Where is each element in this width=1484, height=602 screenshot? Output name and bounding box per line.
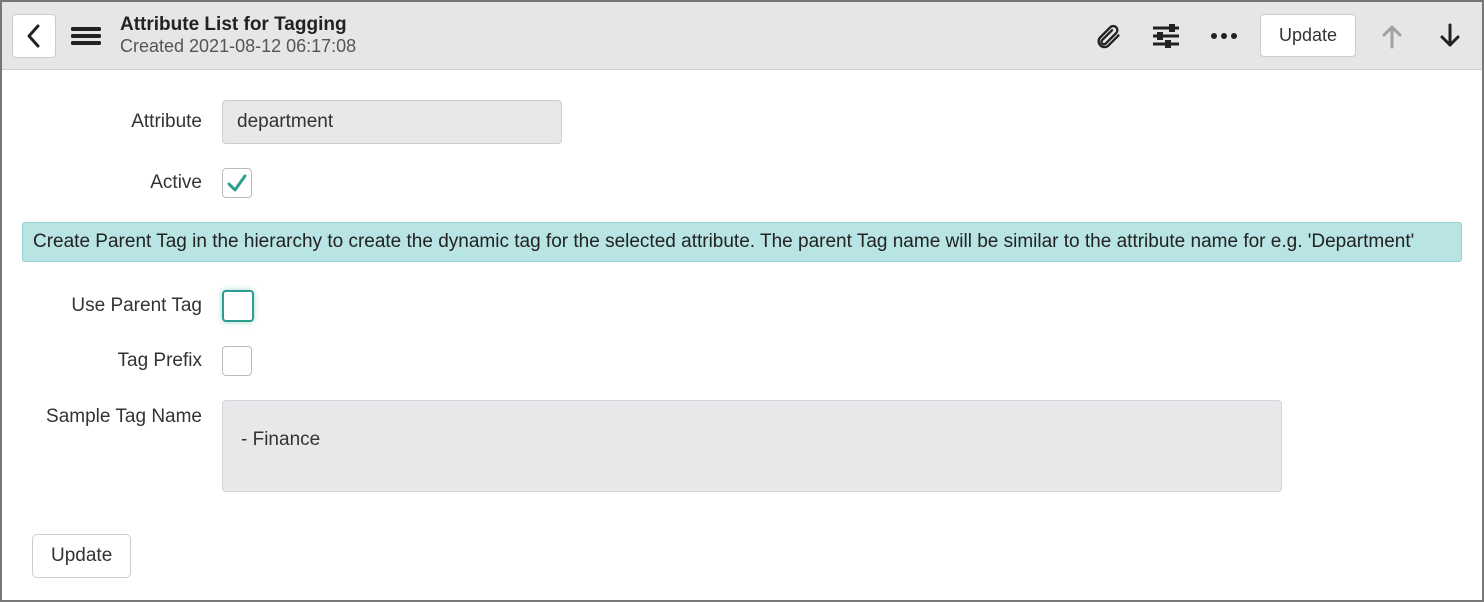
page-subtitle: Created 2021-08-12 06:17:08: [120, 36, 1078, 57]
row-active: Active: [22, 168, 1462, 198]
menu-button[interactable]: [64, 14, 108, 58]
label-tag-prefix: Tag Prefix: [22, 350, 222, 372]
label-use-parent-tag: Use Parent Tag: [22, 295, 222, 317]
attachments-button[interactable]: [1086, 14, 1130, 58]
arrow-up-icon: [1380, 23, 1404, 49]
more-actions-button[interactable]: [1202, 14, 1246, 58]
attribute-input[interactable]: [222, 100, 562, 144]
page-title: Attribute List for Tagging: [120, 14, 1078, 36]
check-icon: [226, 172, 248, 194]
sliders-icon: [1151, 23, 1181, 49]
toolbar: Attribute List for Tagging Created 2021-…: [2, 2, 1482, 70]
paperclip-icon: [1094, 22, 1122, 50]
next-record-button[interactable]: [1428, 14, 1472, 58]
toolbar-right: Update: [1086, 14, 1472, 58]
row-use-parent-tag: Use Parent Tag: [22, 290, 1462, 322]
menu-icon: [71, 25, 101, 47]
row-sample-tag-name: Sample Tag Name - Finance: [22, 400, 1462, 492]
title-block: Attribute List for Tagging Created 2021-…: [120, 14, 1078, 57]
use-parent-tag-checkbox[interactable]: [222, 290, 254, 322]
form-content: Attribute Active Create Parent Tag in th…: [2, 70, 1482, 598]
settings-button[interactable]: [1144, 14, 1188, 58]
active-checkbox[interactable]: [222, 168, 252, 198]
update-button-top[interactable]: Update: [1260, 14, 1356, 57]
label-sample-tag-name: Sample Tag Name: [22, 400, 222, 428]
arrow-down-icon: [1438, 23, 1462, 49]
info-banner: Create Parent Tag in the hierarchy to cr…: [22, 222, 1462, 262]
prev-record-button[interactable]: [1370, 14, 1414, 58]
chevron-left-icon: [25, 23, 43, 49]
label-active: Active: [22, 172, 222, 194]
label-attribute: Attribute: [22, 111, 222, 133]
more-horizontal-icon: [1209, 31, 1239, 41]
row-tag-prefix: Tag Prefix: [22, 346, 1462, 376]
sample-tag-name-display: - Finance: [222, 400, 1282, 492]
tag-prefix-checkbox[interactable]: [222, 346, 252, 376]
back-button[interactable]: [12, 14, 56, 58]
update-button-bottom[interactable]: Update: [32, 534, 131, 578]
row-attribute: Attribute: [22, 100, 1462, 144]
